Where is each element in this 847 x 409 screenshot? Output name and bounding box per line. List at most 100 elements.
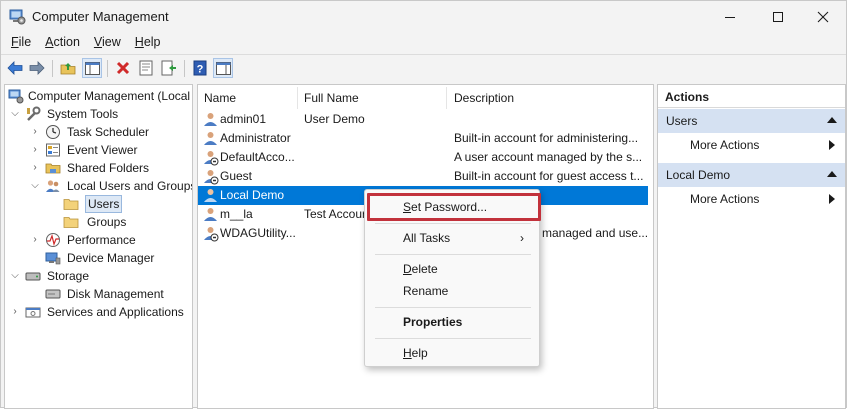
- cell-full-name: Test Accour: [304, 207, 366, 221]
- column-header-full-name[interactable]: Full Name: [298, 85, 444, 109]
- event-viewer-icon: [46, 143, 60, 157]
- export-list-button[interactable]: [159, 58, 179, 78]
- cell-name: DefaultAcco...: [220, 150, 295, 164]
- clock-icon: [46, 125, 60, 139]
- table-row[interactable]: Guest Built-in account for guest access …: [198, 167, 653, 186]
- cell-full-name: User Demo: [304, 112, 365, 126]
- tree-item-event-viewer[interactable]: › Event Viewer: [29, 141, 192, 159]
- table-row[interactable]: admin01 User Demo: [198, 110, 653, 129]
- chevron-right-icon[interactable]: ›: [9, 303, 21, 321]
- cell-description: Built-in account for administering...: [454, 131, 639, 145]
- disabled-user-icon: [204, 170, 219, 185]
- tree-item-label: Performance: [67, 233, 136, 247]
- maximize-button[interactable]: [755, 1, 801, 33]
- set-password-highlight: [367, 193, 541, 221]
- tree-item-task-scheduler[interactable]: › Task Scheduler: [29, 123, 192, 141]
- user-icon: [204, 113, 217, 126]
- cell-name: Administrator: [220, 131, 291, 145]
- tree-item-label: Disk Management: [67, 287, 164, 301]
- chevron-right-icon[interactable]: ›: [29, 141, 41, 159]
- chevron-right-icon[interactable]: ›: [29, 231, 41, 249]
- tree-item-shared-folders[interactable]: › Shared Folders: [29, 159, 192, 177]
- cell-name: Guest: [220, 169, 253, 183]
- device-manager-icon: [45, 252, 61, 265]
- cell-name: m__la: [220, 207, 253, 221]
- tree-item-users[interactable]: Users: [61, 195, 192, 213]
- menu-help[interactable]: Help: [135, 33, 161, 53]
- tools-icon: [27, 106, 41, 121]
- user-icon: [204, 189, 217, 202]
- close-icon: [817, 11, 829, 23]
- computer-management-window: Computer Management File Action View Hel…: [0, 0, 847, 409]
- chevron-right-icon[interactable]: ›: [29, 159, 41, 177]
- tree-item-groups[interactable]: Groups: [61, 213, 192, 231]
- collapse-arrow-icon[interactable]: [827, 171, 837, 177]
- computer-management-icon: [9, 9, 26, 25]
- table-row[interactable]: DefaultAcco... A user account managed by…: [198, 148, 653, 167]
- action-label: More Actions: [690, 192, 760, 206]
- tree-item-services-and-applications[interactable]: › Services and Applications: [9, 303, 192, 321]
- tree-item-performance[interactable]: › Performance: [29, 231, 192, 249]
- folder-icon: [63, 217, 79, 228]
- delete-button[interactable]: [113, 58, 133, 78]
- section-label: Local Demo: [666, 168, 731, 182]
- tree-item-local-users-and-groups[interactable]: ⌵ Local Users and Groups: [29, 177, 192, 195]
- menu-item-delete[interactable]: Delete: [366, 258, 538, 280]
- show-hide-tree-icon: [84, 61, 100, 75]
- chevron-down-icon[interactable]: ⌵: [29, 177, 41, 195]
- tree-item-computer-management[interactable]: Computer Management (Local: [5, 87, 192, 105]
- tree-item-label: Shared Folders: [67, 161, 150, 175]
- cell-description: A user account managed by the s...: [454, 150, 643, 164]
- actions-section-users[interactable]: Users: [658, 109, 845, 133]
- folder-icon: [63, 199, 79, 210]
- menu-item-help[interactable]: Help: [366, 342, 538, 364]
- disabled-user-icon: [204, 151, 219, 166]
- menu-item-properties[interactable]: Properties: [366, 311, 538, 333]
- tree-item-label: Event Viewer: [67, 143, 138, 157]
- disabled-user-icon: [204, 227, 219, 242]
- up-folder-button[interactable]: [58, 58, 78, 78]
- tree-item-storage[interactable]: ⌵ Storage: [9, 267, 192, 285]
- cell-description: Built-in account for guest access t...: [454, 169, 644, 183]
- user-icon: [204, 132, 217, 145]
- forward-button[interactable]: [27, 58, 47, 78]
- console-tree: Computer Management (Local ⌵ System Tool…: [4, 84, 193, 409]
- minimize-icon: [725, 17, 735, 18]
- collapse-arrow-icon[interactable]: [827, 117, 837, 123]
- menu-item-all-tasks[interactable]: All Tasks ›: [366, 227, 538, 249]
- menu-item-rename[interactable]: Rename: [366, 280, 538, 302]
- user-icon: [204, 208, 217, 221]
- back-button[interactable]: [5, 58, 25, 78]
- computer-management-icon: [8, 89, 24, 104]
- performance-icon: [46, 233, 60, 247]
- table-row[interactable]: Administrator Built-in account for admin…: [198, 129, 653, 148]
- minimize-button[interactable]: [707, 1, 753, 33]
- menu-view[interactable]: View: [94, 33, 121, 53]
- column-header-name[interactable]: Name: [198, 85, 294, 109]
- close-button[interactable]: [800, 1, 846, 33]
- toolbar: ?: [1, 54, 846, 81]
- tree-item-system-tools[interactable]: ⌵ System Tools: [9, 105, 192, 123]
- help-button[interactable]: ?: [190, 58, 210, 78]
- show-hide-tree-button[interactable]: [82, 58, 102, 78]
- tree-item-label: Storage: [47, 269, 90, 283]
- tree-item-device-manager[interactable]: Device Manager: [29, 249, 192, 267]
- tree-item-label: Device Manager: [67, 251, 155, 265]
- cell-name: Local Demo: [220, 188, 285, 202]
- back-icon: [7, 61, 23, 75]
- more-actions-local-demo[interactable]: More Actions: [658, 188, 845, 210]
- more-actions-users[interactable]: More Actions: [658, 134, 845, 156]
- chevron-right-icon[interactable]: ›: [29, 123, 41, 141]
- tree-item-disk-management[interactable]: Disk Management: [29, 285, 192, 303]
- menu-action[interactable]: Action: [45, 33, 80, 53]
- chevron-down-icon[interactable]: ⌵: [9, 267, 21, 285]
- menu-file[interactable]: File: [11, 33, 31, 53]
- chevron-down-icon[interactable]: ⌵: [9, 105, 21, 123]
- tree-item-label: Local Users and Groups: [67, 179, 193, 193]
- tree-item-label: Computer Management (Local: [28, 89, 191, 103]
- shared-folder-icon: [45, 163, 61, 174]
- properties-button[interactable]: [136, 58, 156, 78]
- show-hide-action-pane-button[interactable]: [213, 58, 233, 78]
- actions-section-local-demo[interactable]: Local Demo: [658, 163, 845, 187]
- column-header-description[interactable]: Description: [448, 85, 648, 109]
